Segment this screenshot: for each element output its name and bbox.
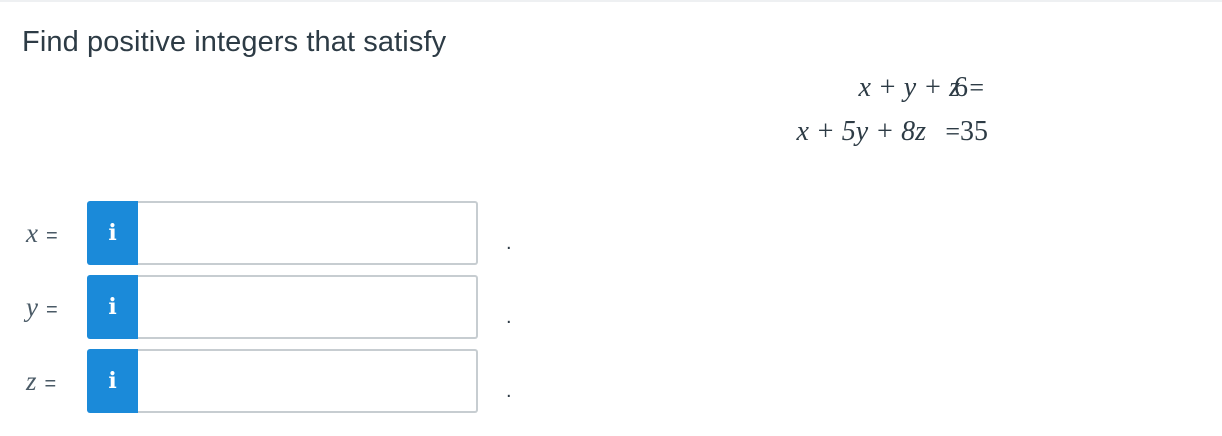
variable-label-z: z = (26, 349, 56, 413)
variable-name: y (26, 292, 38, 322)
info-button-z[interactable]: i (87, 349, 138, 413)
answer-input-x[interactable] (138, 201, 478, 265)
answer-suffix: . (506, 232, 512, 254)
equation-row: x + 5y + 8z = 35 (700, 112, 1030, 152)
answer-input-y[interactable] (138, 275, 478, 339)
info-button-y[interactable]: i (87, 275, 138, 339)
info-icon: i (108, 294, 117, 320)
answer-suffix: . (506, 380, 512, 402)
equation-rhs: 6 (954, 72, 968, 103)
equation-equals: = (969, 73, 984, 102)
variable-equals: = (44, 373, 57, 395)
variable-name: x (26, 218, 38, 248)
variable-equals: = (45, 299, 58, 321)
info-icon: i (108, 220, 117, 246)
answer-suffix: . (506, 306, 512, 328)
question-prompt: Find positive integers that satisfy (22, 26, 447, 58)
info-button-x[interactable]: i (87, 201, 138, 265)
answer-input-z[interactable] (138, 349, 478, 413)
variable-label-y: y = (26, 275, 58, 339)
variable-label-x: x = (26, 201, 58, 265)
equation-equals: = (945, 117, 960, 146)
equation-rhs: 35 (960, 116, 988, 147)
variable-name: z (26, 366, 37, 396)
variable-equals: = (45, 225, 58, 247)
equation-row: x + y + z = 6 (700, 68, 1030, 108)
info-icon: i (108, 368, 117, 394)
equation-lhs: x + y + z (858, 72, 960, 103)
equation-lhs: x + 5y + 8z (796, 116, 926, 147)
top-divider (0, 0, 1222, 2)
